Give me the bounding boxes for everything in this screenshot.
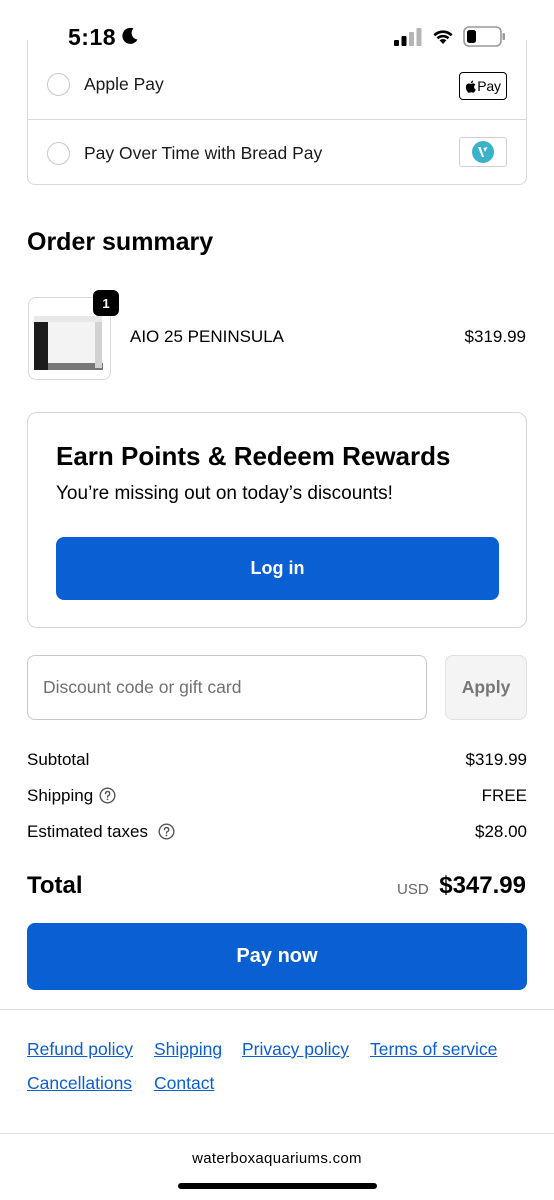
browser-bar-divider — [0, 1133, 554, 1134]
subtotal-row: Subtotal $319.99 — [27, 750, 527, 774]
radio-bread-pay[interactable] — [47, 142, 70, 165]
shipping-value: FREE — [481, 786, 527, 805]
subtotal-label: Subtotal — [27, 750, 90, 769]
rewards-card: Earn Points & Redeem Rewards You’re miss… — [27, 412, 527, 628]
total-currency: USD — [397, 881, 429, 898]
shipping-label: Shipping — [27, 786, 94, 805]
help-icon[interactable] — [158, 823, 175, 840]
apple-icon — [466, 80, 476, 93]
shipping-row: Shipping FREE — [27, 786, 527, 810]
footer-link-cancellations[interactable]: Cancellations — [27, 1073, 132, 1094]
product-name: AIO 25 PENINSULA — [130, 327, 285, 346]
browser-domain[interactable]: waterboxaquariums.com — [0, 1150, 554, 1167]
bread-pay-icon — [472, 141, 494, 163]
payment-option-apple-pay[interactable]: Apple Pay Pay — [28, 50, 526, 119]
log-in-button[interactable]: Log in — [56, 537, 499, 600]
total-label: Total — [27, 872, 83, 899]
quantity-badge: 1 — [93, 290, 119, 316]
total-value: $347.99 — [439, 872, 526, 899]
shipping-label-wrap: Shipping — [27, 786, 116, 806]
taxes-label: Estimated taxes — [27, 822, 148, 841]
bread-pay-logo — [459, 137, 507, 167]
apply-discount-button[interactable]: Apply — [445, 655, 527, 720]
apple-pay-logo-text: Pay — [477, 78, 501, 94]
footer-link-shipping[interactable]: Shipping — [154, 1039, 222, 1060]
home-indicator[interactable] — [178, 1183, 377, 1189]
pay-now-button[interactable]: Pay now — [27, 923, 527, 990]
taxes-label-wrap: Estimated taxes — [27, 822, 175, 842]
radio-apple-pay[interactable] — [47, 73, 70, 96]
payment-option-bread-pay[interactable]: Pay Over Time with Bread Pay — [28, 119, 526, 185]
footer-link-privacy-policy[interactable]: Privacy policy — [242, 1039, 349, 1060]
taxes-value: $28.00 — [475, 822, 527, 841]
footer-link-contact[interactable]: Contact — [154, 1073, 214, 1094]
apple-pay-logo: Pay — [459, 72, 507, 100]
payment-methods: Apple Pay Pay Pay Over Time with Bread P… — [27, 40, 527, 185]
product-thumbnail: 1 — [28, 290, 119, 380]
checkout-page: 5:18 Apple Pay Pay Pay Over Time with Br… — [0, 0, 554, 1200]
help-icon[interactable] — [99, 787, 116, 804]
order-summary-title: Order summary — [27, 228, 214, 256]
discount-code-input[interactable] — [27, 655, 427, 720]
footer-link-terms-of-service[interactable]: Terms of service — [370, 1039, 497, 1060]
taxes-row: Estimated taxes $28.00 — [27, 822, 527, 846]
payment-option-label: Pay Over Time with Bread Pay — [84, 143, 323, 163]
rewards-title: Earn Points & Redeem Rewards — [56, 441, 451, 471]
product-price: $319.99 — [464, 327, 526, 346]
footer-link-refund-policy[interactable]: Refund policy — [27, 1039, 133, 1060]
footer-divider — [0, 1009, 554, 1010]
subtotal-value: $319.99 — [465, 750, 527, 769]
payment-option-label: Apple Pay — [84, 74, 164, 94]
rewards-subtitle: You’re missing out on today’s discounts! — [56, 483, 393, 504]
